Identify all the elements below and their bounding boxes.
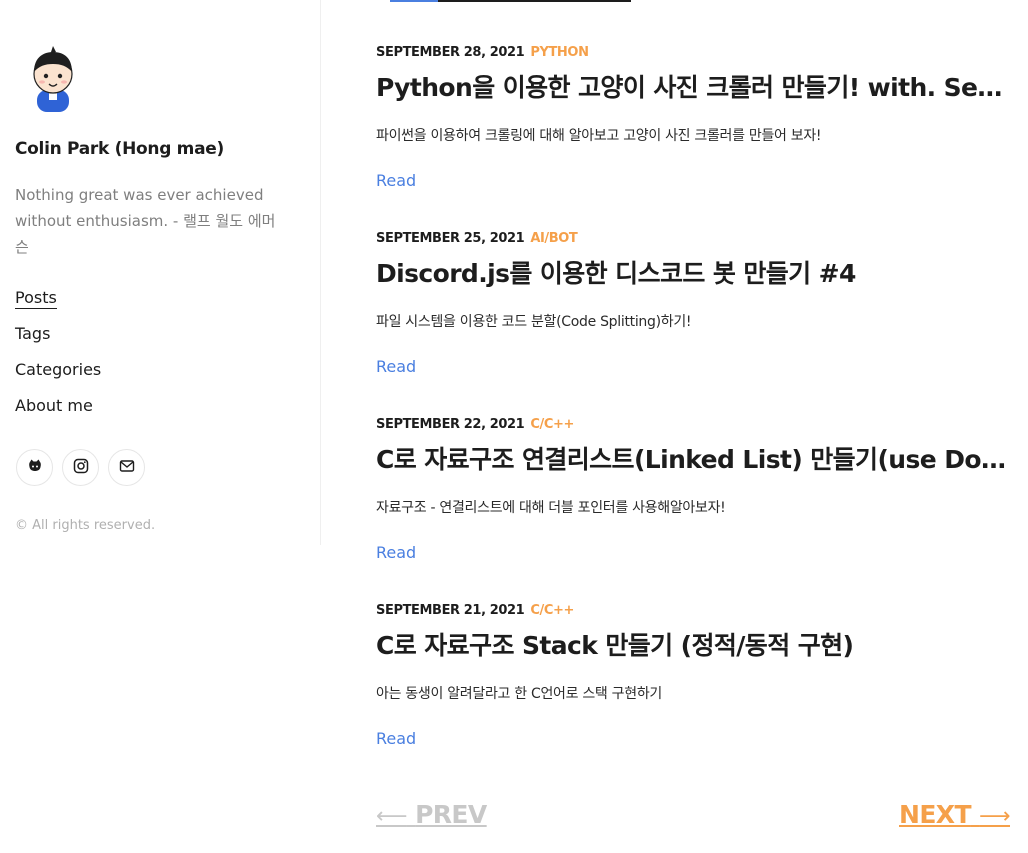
- top-progress-bar-fill: [390, 0, 438, 2]
- pagination: ⟵ PREV NEXT ⟶: [376, 800, 1011, 834]
- mail-icon: [119, 458, 135, 478]
- read-link[interactable]: Read: [376, 729, 416, 748]
- post-title[interactable]: C로 자료구조 Stack 만들기 (정적/동적 구현): [376, 626, 1008, 662]
- post-excerpt: 파일 시스템을 이용한 코드 분할(Code Splitting)하기!: [376, 314, 692, 330]
- arrow-left-icon: ⟵: [376, 804, 408, 829]
- arrow-right-icon: ⟶: [979, 804, 1011, 829]
- post-meta: SEPTEMBER 25, 2021 AI/BOT: [376, 231, 578, 246]
- github-icon: [27, 458, 43, 478]
- post-title[interactable]: Discord.js를 이용한 디스코드 봇 만들기 #4: [376, 254, 1008, 290]
- nav-item-label: About me: [15, 396, 93, 415]
- mail-link[interactable]: [108, 449, 145, 486]
- post-meta: SEPTEMBER 22, 2021 C/C++: [376, 417, 574, 432]
- avatar: [27, 44, 79, 114]
- post-date: SEPTEMBER 25, 2021: [376, 231, 525, 246]
- next-button[interactable]: NEXT ⟶: [899, 800, 1011, 829]
- sidebar-nav: Posts Tags Categories About me: [15, 287, 101, 431]
- next-label: NEXT: [899, 800, 972, 829]
- post-item: SEPTEMBER 21, 2021 C/C++ C로 자료구조 Stack 만들…: [376, 603, 1008, 789]
- instagram-icon: [73, 458, 89, 478]
- post-meta: SEPTEMBER 28, 2021 PYTHON: [376, 45, 589, 60]
- author-tagline: Nothing great was ever achieved without …: [15, 186, 276, 256]
- author-name: Colin Park (Hong mae): [15, 139, 224, 159]
- post-item: SEPTEMBER 28, 2021 PYTHON Python을 이용한 고양이…: [376, 45, 1008, 231]
- social-links: [16, 449, 145, 486]
- post-category[interactable]: C/C++: [530, 603, 574, 618]
- read-link[interactable]: Read: [376, 543, 416, 562]
- post-category[interactable]: C/C++: [530, 417, 574, 432]
- read-link[interactable]: Read: [376, 171, 416, 190]
- sidebar: Colin Park (Hong mae) Nothing great was …: [0, 0, 321, 545]
- post-excerpt: 파이썬을 이용하여 크롤링에 대해 알아보고 고양이 사진 크롤러를 만들어 보…: [376, 128, 822, 144]
- prev-button[interactable]: ⟵ PREV: [376, 800, 487, 829]
- post-category[interactable]: PYTHON: [530, 45, 589, 60]
- post-category[interactable]: AI/BOT: [530, 231, 577, 246]
- nav-item-label: Categories: [15, 360, 102, 379]
- prev-label: PREV: [415, 800, 487, 829]
- read-link[interactable]: Read: [376, 357, 416, 376]
- nav-item-label: Posts: [15, 288, 57, 309]
- post-date: SEPTEMBER 28, 2021: [376, 45, 525, 60]
- post-date: SEPTEMBER 21, 2021: [376, 603, 525, 618]
- post-date: SEPTEMBER 22, 2021: [376, 417, 525, 432]
- nav-item-label: Tags: [15, 324, 51, 343]
- post-item: SEPTEMBER 25, 2021 AI/BOT Discord.js를 이용한…: [376, 231, 1008, 417]
- instagram-link[interactable]: [62, 449, 99, 486]
- nav-item-posts[interactable]: Posts: [15, 287, 101, 323]
- post-title[interactable]: C로 자료구조 연결리스트(Linked List) 만들기(use Doubl…: [376, 440, 1008, 476]
- top-progress-bar: [390, 0, 631, 2]
- post-item: SEPTEMBER 22, 2021 C/C++ C로 자료구조 연결리스트(Li…: [376, 417, 1008, 603]
- post-meta: SEPTEMBER 21, 2021 C/C++: [376, 603, 574, 618]
- post-excerpt: 아는 동생이 알려달라고 한 C언어로 스택 구현하기: [376, 686, 662, 702]
- copyright: © All rights reserved.: [15, 518, 156, 533]
- post-excerpt: 자료구조 - 연결리스트에 대해 더블 포인터를 사용해알아보자!: [376, 500, 726, 516]
- nav-item-about-me[interactable]: About me: [15, 395, 101, 431]
- post-title[interactable]: Python을 이용한 고양이 사진 크롤러 만들기! with. Seleni…: [376, 68, 1008, 104]
- post-list: SEPTEMBER 28, 2021 PYTHON Python을 이용한 고양이…: [376, 45, 1008, 789]
- nav-item-tags[interactable]: Tags: [15, 323, 101, 359]
- nav-item-categories[interactable]: Categories: [15, 359, 101, 395]
- github-link[interactable]: [16, 449, 53, 486]
